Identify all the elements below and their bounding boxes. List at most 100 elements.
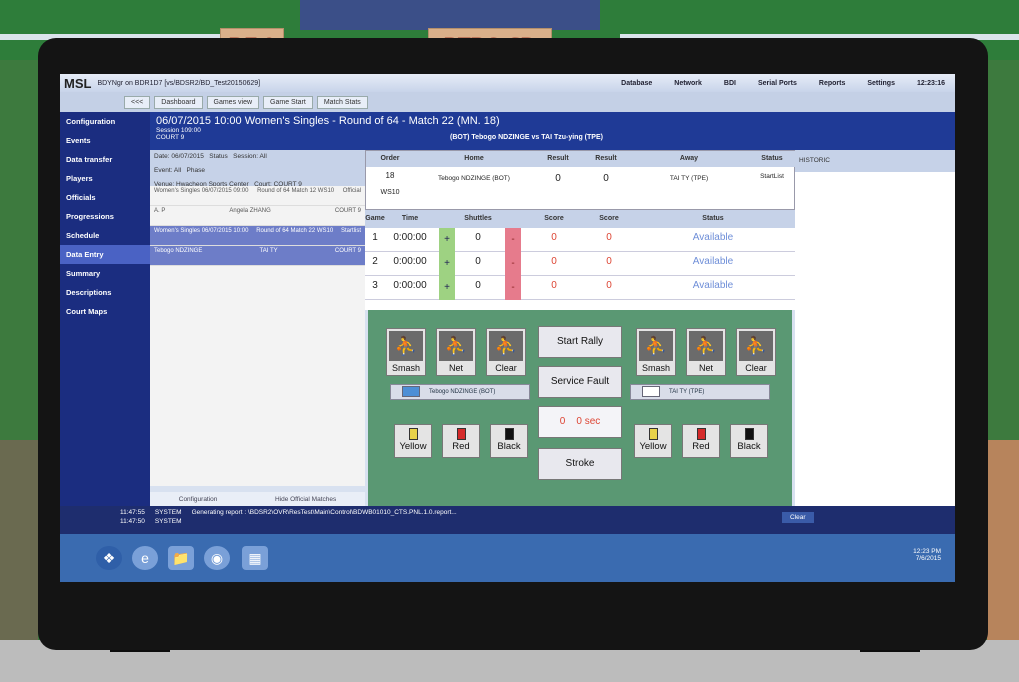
away-result[interactable]: 0 (582, 173, 630, 184)
rally-control-panel: ⛹ Smash ⛹ Net ⛹ Clear Start Rally Service F… (368, 310, 792, 506)
nav-database[interactable]: Database (621, 80, 652, 87)
history-header: HISTORIC (795, 150, 955, 172)
order-header: Order (366, 151, 414, 167)
nav-serial-ports[interactable]: Serial Ports (758, 80, 797, 87)
away-smash-button[interactable]: ⛹ Smash (636, 328, 676, 376)
match-header: 06/07/2015 10:00 Women's Singles - Round… (150, 112, 955, 150)
taskbar: ❖ e 📁 ◉ ▦ 12:23 PM 7/6/2015 (60, 534, 955, 582)
list-footer: Configuration Hide Official Matches (150, 492, 365, 506)
home-net-button[interactable]: ⛹ Net (436, 328, 476, 376)
net-icon: ⛹ (439, 331, 473, 361)
session-label: Session 109:00 (156, 127, 201, 134)
list-item[interactable]: Women's Singles 06/07/2015 09:00 Round of… (150, 186, 365, 206)
red-card-icon (456, 428, 466, 440)
sidebar-item-data-entry[interactable]: Data Entry (60, 245, 150, 264)
sidebar-item-schedule[interactable]: Schedule (60, 226, 150, 245)
result-header: Result (534, 151, 582, 167)
service-fault-button[interactable]: Service Fault (538, 366, 622, 398)
away-net-button[interactable]: ⛹ Net (686, 328, 726, 376)
phase-filter[interactable]: Phase (187, 167, 205, 174)
away-red-card-button[interactable]: Red (682, 424, 720, 458)
remove-shuttle-button[interactable]: - (505, 252, 521, 276)
home-yellow-card-button[interactable]: Yellow (394, 424, 432, 458)
sidebar-item-progressions[interactable]: Progressions (60, 207, 150, 226)
nav-network[interactable]: Network (674, 80, 702, 87)
net-icon: ⛹ (689, 331, 723, 361)
home-red-card-button[interactable]: Red (442, 424, 480, 458)
back-button[interactable]: <<< (124, 95, 151, 109)
home-result[interactable]: 0 (534, 173, 582, 184)
smash-icon: ⛹ (389, 331, 423, 361)
desk-right (987, 440, 1019, 660)
tab-match-stats[interactable]: Match Stats (316, 95, 368, 109)
remove-shuttle-button[interactable]: - (505, 228, 521, 252)
result-header: Result (582, 151, 630, 167)
top-nav: Database Network BDI Serial Ports Report… (621, 80, 955, 87)
log-time: 11:47:55 (120, 509, 145, 516)
session-filter[interactable]: Session: All (233, 153, 267, 160)
tab-game-start[interactable]: Game Start (263, 95, 313, 109)
court-band (300, 0, 600, 30)
home-black-card-button[interactable]: Black (490, 424, 528, 458)
clear-log-button[interactable]: Clear (782, 512, 814, 523)
matchup-label: (BOT) Tebogo NDZINGE vs TAI Tzu-ying (TP… (450, 134, 603, 141)
history-pane: HISTORIC (795, 150, 955, 506)
clear-icon: ⛹ (739, 331, 773, 361)
sidebar-item-events[interactable]: Events (60, 131, 150, 150)
list-item-selected[interactable]: Women's Singles 06/07/2015 10:00 Round of… (150, 226, 365, 246)
start-rally-button[interactable]: Start Rally (538, 326, 622, 358)
sidebar-item-summary[interactable]: Summary (60, 264, 150, 283)
nav-settings[interactable]: Settings (867, 80, 895, 87)
list-item[interactable]: A. P Angela ZHANG COURT 9 (150, 206, 365, 226)
filter-row: Date: 06/07/2015 Status Session: All (150, 150, 365, 164)
folder-icon[interactable]: 📁 (168, 546, 194, 570)
stroke-button[interactable]: Stroke (538, 448, 622, 480)
rally-score-box: 0 0 sec (538, 406, 622, 438)
black-card-icon (504, 428, 514, 440)
home-header: Home (414, 151, 534, 167)
add-shuttle-button[interactable]: + (439, 252, 455, 276)
rally-timer: 0 sec (576, 416, 601, 427)
log-row: 11:47:55 SYSTEM Generating report : \BDS… (60, 506, 955, 516)
away-yellow-card-button[interactable]: Yellow (634, 424, 672, 458)
nav-bdi[interactable]: BDI (724, 80, 736, 87)
remove-shuttle-button[interactable]: - (505, 276, 521, 300)
chrome-icon[interactable]: ◉ (204, 546, 230, 570)
col-game: Game (365, 210, 385, 228)
ie-icon[interactable]: e (132, 546, 158, 570)
app-icon[interactable]: ▦ (242, 546, 268, 570)
sidebar-item-data-transfer[interactable]: Data transfer (60, 150, 150, 169)
away-black-card-button[interactable]: Black (730, 424, 768, 458)
match-title: 06/07/2015 10:00 Women's Singles - Round… (156, 115, 500, 127)
sidebar-item-court-maps[interactable]: Court Maps (60, 302, 150, 321)
sidebar: Configuration Events Data transfer Playe… (60, 112, 150, 512)
sidebar-item-players[interactable]: Players (60, 169, 150, 188)
away-clear-button[interactable]: ⛹ Clear (736, 328, 776, 376)
red-card-icon (696, 428, 706, 440)
hide-official-toggle[interactable]: Hide Official Matches (275, 496, 336, 503)
yellow-card-icon (648, 428, 658, 440)
match-list: Women's Singles 06/07/2015 09:00 Round of… (150, 186, 365, 486)
tab-games-view[interactable]: Games view (206, 95, 260, 109)
sidebar-item-configuration[interactable]: Configuration (60, 112, 150, 131)
home-smash-button[interactable]: ⛹ Smash (386, 328, 426, 376)
list-item-selected[interactable]: Tebogo NDZINGE TAI TY COURT 9 (150, 246, 365, 266)
add-shuttle-button[interactable]: + (439, 276, 455, 300)
add-shuttle-button[interactable]: + (439, 228, 455, 252)
status-filter[interactable]: Status (209, 153, 227, 160)
smash-icon: ⛹ (639, 331, 673, 361)
configuration-link[interactable]: Configuration (179, 496, 218, 503)
screen: MSL BDYNgr on BDR1D7 [vs/BDSR2/BD_Test20… (60, 74, 955, 582)
sidebar-item-descriptions[interactable]: Descriptions (60, 283, 150, 302)
date-filter[interactable]: Date: 06/07/2015 (154, 153, 204, 160)
title-bar: MSL BDYNgr on BDR1D7 [vs/BDSR2/BD_Test20… (60, 74, 955, 92)
home-clear-button[interactable]: ⛹ Clear (486, 328, 526, 376)
event-filter[interactable]: Event: All (154, 167, 181, 174)
window-title: BDYNgr on BDR1D7 [vs/BDSR2/BD_Test201506… (97, 79, 261, 87)
nav-reports[interactable]: Reports (819, 80, 845, 87)
start-orb-icon[interactable]: ❖ (96, 546, 122, 570)
home-player: Tebogo NDZINGE (BOT) (438, 175, 510, 182)
tab-dashboard[interactable]: Dashboard (154, 95, 203, 109)
log-source: SYSTEM (154, 518, 182, 525)
sidebar-item-officials[interactable]: Officials (60, 188, 150, 207)
